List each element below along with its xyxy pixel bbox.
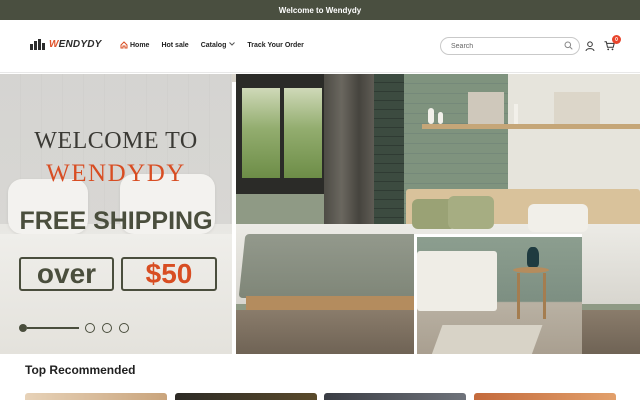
nav-home[interactable]: Home	[120, 41, 149, 49]
slider-dot-active[interactable]	[19, 324, 27, 332]
bed-image	[0, 234, 232, 354]
frame-image	[554, 92, 600, 124]
nav-home-label: Home	[130, 41, 150, 49]
section-title: Top Recommended	[25, 363, 136, 377]
nav-catalog-label: Catalog	[200, 41, 227, 49]
nav-hot-sale-label: Hot sale	[161, 41, 189, 49]
main-nav: Home Hot sale Catalog Track Your Order	[120, 41, 316, 49]
frame-image	[468, 92, 504, 124]
account-icon[interactable]	[583, 39, 597, 53]
nav-hot-sale[interactable]: Hot sale	[161, 42, 188, 49]
nav-track-order-label: Track Your Order	[247, 41, 304, 49]
wall-shelf-image	[422, 124, 640, 129]
logo-buildings-icon	[30, 39, 45, 50]
vase-image	[438, 112, 443, 124]
curtain-image	[324, 74, 374, 244]
chevron-down-icon	[229, 42, 236, 48]
site-header: WENDYDY Home Hot sale Catalog Track Your…	[0, 20, 640, 73]
slider-pagination	[19, 323, 136, 333]
hero-price-box: $50	[121, 257, 217, 291]
product-card[interactable]	[175, 393, 317, 400]
hero-over-text: over	[36, 258, 97, 289]
product-card[interactable]	[25, 393, 167, 400]
product-card[interactable]	[474, 393, 616, 400]
search-input[interactable]	[451, 42, 564, 50]
pillow-image	[448, 196, 494, 229]
slider-progress-line	[27, 327, 79, 329]
hero-over-box: over	[19, 257, 114, 291]
hero-price-text: $50	[145, 258, 193, 289]
home-icon	[120, 41, 128, 49]
announcement-text: Welcome to Wendydy	[278, 5, 362, 15]
hero-promo-panel: WELCOME TO WENDYDY FREE SHIPPING over $5…	[0, 74, 232, 354]
vase-image	[428, 108, 434, 124]
hero-inset-image	[414, 234, 582, 354]
nav-track-order[interactable]: Track Your Order	[247, 42, 304, 49]
hero-free-shipping-text: FREE SHIPPING	[19, 207, 213, 235]
pillow-image	[528, 204, 588, 232]
search-box	[440, 37, 580, 55]
slider-dot[interactable]	[119, 323, 129, 333]
hero-bedroom-image	[236, 74, 640, 354]
candle-image	[514, 104, 518, 124]
slider-dot[interactable]	[85, 323, 95, 333]
hero-banner[interactable]: WELCOME TO WENDYDY FREE SHIPPING over $5…	[0, 74, 640, 354]
product-card[interactable]	[324, 393, 466, 400]
cart-icon[interactable]: 0	[602, 35, 621, 53]
hero-welcome-text: WELCOME TO	[34, 128, 198, 154]
cart-count-badge: 0	[612, 35, 621, 44]
hero-brand-text: WENDYDY	[46, 160, 186, 187]
slider-dot[interactable]	[102, 323, 112, 333]
brick-wall-image	[374, 74, 404, 224]
nav-catalog[interactable]: Catalog	[201, 42, 236, 49]
search-icon[interactable]	[564, 37, 573, 55]
site-logo[interactable]: WENDYDY	[30, 39, 102, 50]
announcement-bar: Welcome to Wendydy	[0, 0, 640, 20]
logo-text: WENDYDY	[49, 39, 102, 50]
